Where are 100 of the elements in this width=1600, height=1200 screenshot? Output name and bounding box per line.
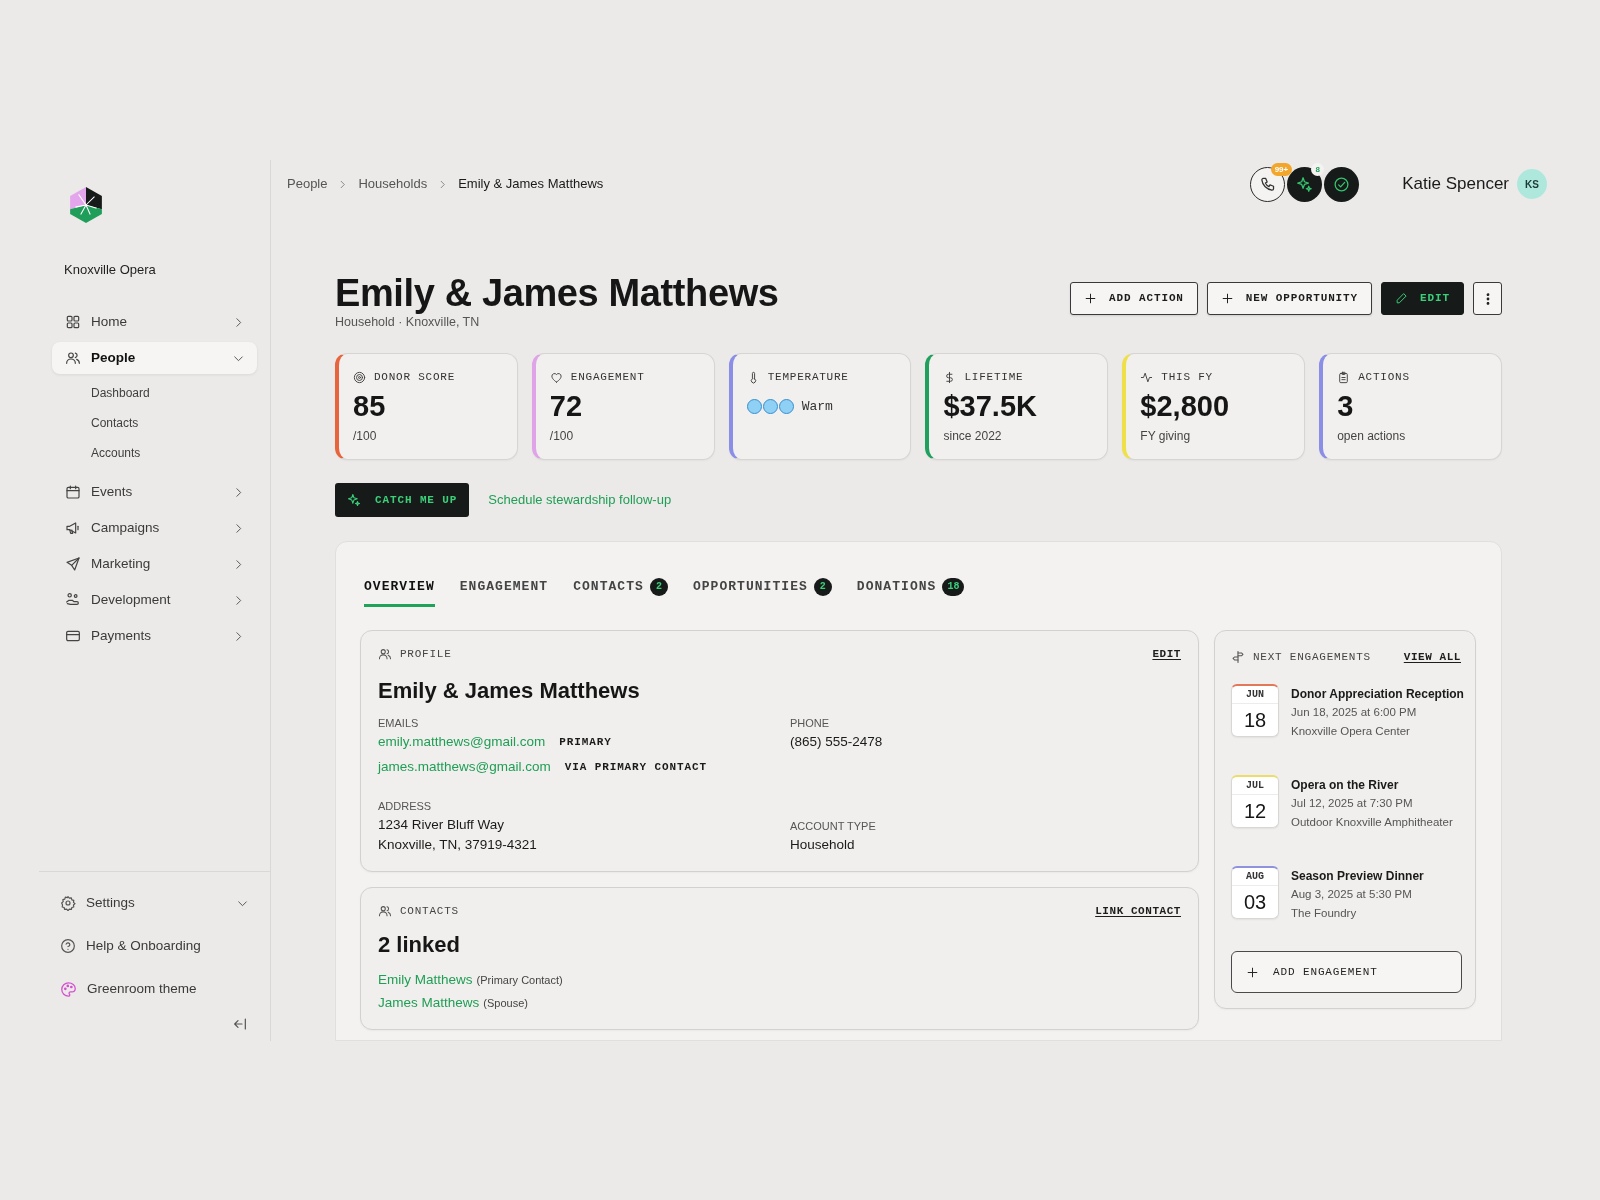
add-engagement-button[interactable]: ADD ENGAGEMENT (1231, 951, 1462, 993)
view-all-link[interactable]: VIEW ALL (1403, 648, 1461, 666)
nav-item[interactable]: Home (52, 306, 257, 338)
action-button[interactable]: NEW OPPORTUNITY (1206, 282, 1373, 315)
stat-value: 3 (1337, 392, 1355, 421)
date-month: AUG (1232, 868, 1278, 886)
event-title: Donor Appreciation Reception (1291, 686, 1464, 703)
people-icon (65, 350, 81, 366)
stat-label: TEMPERATURE (767, 369, 849, 385)
breadcrumb-link[interactable]: People (287, 174, 328, 194)
stat-label: THIS FY (1161, 369, 1213, 385)
stat-label: ACTIONS (1358, 369, 1410, 385)
tab[interactable]: CONTACTS 2 (573, 578, 668, 607)
section-label: NEXT ENGAGEMENTS (1253, 649, 1371, 665)
sparkle-icon (347, 493, 361, 507)
calendar-icon (65, 484, 81, 500)
stat-value: 72 (549, 392, 584, 421)
user-name: Katie Spencer (1402, 173, 1509, 196)
contact-role: (Spouse) (483, 996, 528, 1011)
people-icon (378, 904, 392, 918)
stat-value: $2,800 (1140, 392, 1231, 421)
address-line: Knoxville, TN, 37919-4321 (378, 836, 538, 854)
sidebar-footer-item[interactable]: Greenroom theme (60, 973, 249, 1005)
action-button[interactable]: ADD ACTION (1070, 282, 1198, 315)
event-venue: Knoxville Opera Center (1291, 724, 1411, 739)
count-badge: 2 (813, 578, 832, 596)
clipboard-icon (1337, 370, 1351, 384)
palette-icon (60, 980, 77, 998)
field-label: PHONE (790, 716, 831, 730)
date-day: 18 (1232, 704, 1278, 736)
date-month: JUL (1232, 777, 1278, 795)
section-label: PROFILE (400, 646, 452, 662)
hand-icon (65, 592, 81, 608)
stat-value: $37.5K (943, 392, 1038, 421)
edit-button[interactable]: EDIT (1381, 282, 1464, 315)
stat-value: 85 (353, 392, 387, 421)
linked-count: 2 linked (378, 931, 461, 959)
nav-item[interactable]: People (52, 342, 257, 374)
people-icon (378, 647, 392, 661)
event-time: Aug 3, 2025 at 5:30 PM (1291, 887, 1413, 902)
field-label: ACCOUNT TYPE (790, 819, 877, 833)
date-day: 03 (1232, 886, 1278, 918)
grid-icon (65, 314, 81, 330)
address-line: 1234 River Bluff Way (378, 816, 506, 834)
tab[interactable]: ENGAGEMENT (459, 578, 549, 607)
pencil-icon (1395, 292, 1409, 305)
phone-value: (865) 555-2478 (790, 733, 884, 751)
sidebar-footer-item[interactable]: Settings (60, 887, 249, 919)
email-tag: PRIMARY (559, 733, 612, 751)
pulse-icon (1140, 370, 1154, 384)
contact-role: (Primary Contact) (476, 973, 563, 988)
count-badge: 2 (649, 578, 668, 596)
more-button[interactable] (1473, 282, 1502, 315)
collapse-sidebar-icon[interactable] (232, 1016, 248, 1032)
paper-plane-icon (65, 556, 81, 572)
email-tag: VIA PRIMARY CONTACT (564, 758, 707, 776)
nav-item[interactable]: Development (52, 584, 257, 616)
nav-item[interactable]: Marketing (52, 548, 257, 580)
check-circle-icon (1333, 175, 1351, 193)
nav-item[interactable]: Campaigns (52, 512, 257, 544)
profile-name: Emily & James Matthews (378, 677, 641, 705)
event-title: Opera on the River (1291, 777, 1400, 794)
tab[interactable]: DONATIONS 18 (856, 578, 965, 607)
sparkle-icon (1296, 175, 1314, 193)
target-icon (353, 370, 366, 384)
nav-item[interactable]: Events (52, 476, 257, 508)
edit-link[interactable]: EDIT (1152, 645, 1181, 663)
nav-item[interactable]: Payments (52, 620, 257, 652)
link-contact-link[interactable]: LINK CONTACT (1095, 902, 1181, 920)
stat-label: LIFETIME (964, 369, 1024, 385)
phone-icon (1259, 175, 1277, 193)
hexagon-logo (69, 187, 103, 223)
nav-subitem[interactable]: Dashboard (52, 378, 257, 408)
stat-label: ENGAGEMENT (570, 369, 645, 385)
page-subtitle: Household · Knoxville, TN (335, 314, 481, 330)
org-name: Knoxville Opera (63, 262, 157, 278)
breadcrumb-link[interactable]: Households (358, 174, 428, 194)
page-title: Emily & James Matthews (335, 271, 779, 316)
section-label: CONTACTS (400, 903, 459, 919)
date-day: 12 (1232, 795, 1278, 827)
help-icon (60, 938, 76, 954)
user-avatar[interactable]: KS (1517, 169, 1547, 199)
event-time: Jul 12, 2025 at 7:30 PM (1291, 796, 1414, 811)
tab[interactable]: OPPORTUNITIES 2 (692, 578, 832, 607)
megaphone-icon (65, 520, 81, 536)
credit-card-icon (65, 628, 81, 644)
field-label: EMAILS (378, 716, 420, 730)
plus-icon (1084, 292, 1098, 305)
quick-action-button[interactable] (1324, 166, 1360, 202)
sidebar-footer-item[interactable]: Help & Onboarding (60, 930, 249, 962)
stat-note: open actions (1337, 428, 1407, 444)
catch-me-up-button[interactable]: CATCH ME UP (335, 483, 470, 517)
account-type-value: Household (790, 836, 856, 854)
event-venue: The Foundry (1291, 906, 1358, 921)
nav-subitem[interactable]: Accounts (52, 438, 257, 468)
date-month: JUN (1232, 686, 1278, 704)
tab[interactable]: OVERVIEW (364, 578, 435, 607)
event-time: Jun 18, 2025 at 6:00 PM (1291, 705, 1418, 720)
nav-subitem[interactable]: Contacts (52, 408, 257, 438)
heart-icon (549, 370, 563, 384)
